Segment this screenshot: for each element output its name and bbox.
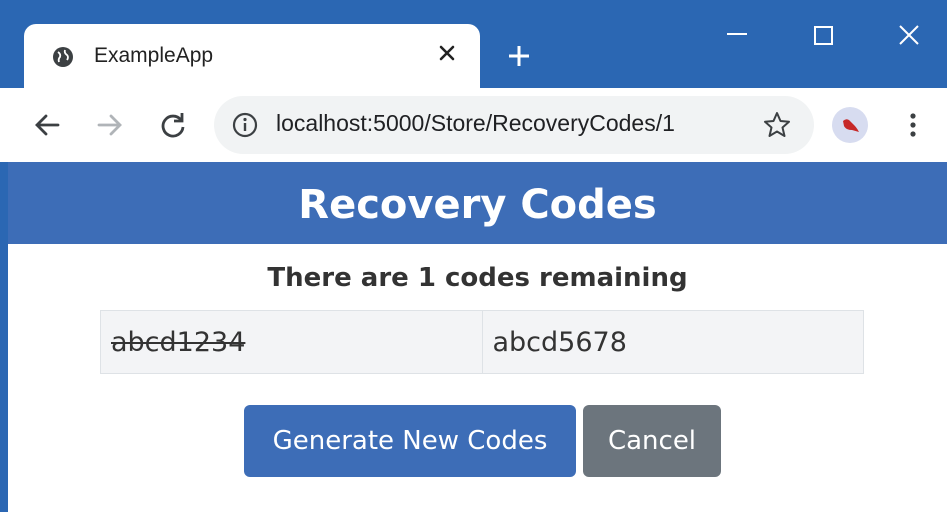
recovery-code-cell: abcd5678: [481, 311, 864, 373]
url-text[interactable]: localhost:5000/Store/RecoveryCodes/1: [276, 110, 675, 137]
info-icon[interactable]: [232, 112, 258, 138]
tab-title: ExampleApp: [94, 44, 214, 67]
maximize-icon[interactable]: [812, 24, 836, 48]
codes-remaining-text: There are 1 codes remaining: [267, 263, 688, 293]
plus-icon[interactable]: [505, 42, 533, 70]
reload-icon[interactable]: [158, 110, 188, 140]
page-title: Recovery Codes: [298, 182, 657, 228]
address-bar[interactable]: localhost:5000/Store/RecoveryCodes/1: [214, 96, 814, 154]
recovery-codes-table: abcd1234 abcd5678: [100, 310, 864, 374]
window-close-icon[interactable]: [896, 22, 922, 48]
star-icon[interactable]: [762, 110, 792, 140]
arrow-left-icon[interactable]: [32, 110, 62, 140]
cancel-button[interactable]: Cancel: [583, 405, 721, 477]
bird-icon: [843, 119, 859, 132]
generate-codes-button[interactable]: Generate New Codes: [244, 405, 576, 477]
arrow-right-icon[interactable]: [95, 110, 125, 140]
globe-icon: [53, 47, 73, 67]
more-vertical-icon[interactable]: [905, 108, 921, 142]
browser-tab[interactable]: ExampleApp: [24, 24, 480, 88]
browser-toolbar: localhost:5000/Store/RecoveryCodes/1: [0, 88, 947, 162]
recovery-code-cell: abcd1234: [111, 326, 246, 358]
window-border: [0, 162, 8, 512]
minimize-icon[interactable]: [725, 22, 749, 46]
browser-titlebar: ExampleApp: [0, 0, 947, 88]
profile-avatar[interactable]: [832, 107, 868, 143]
close-icon[interactable]: [434, 40, 460, 66]
